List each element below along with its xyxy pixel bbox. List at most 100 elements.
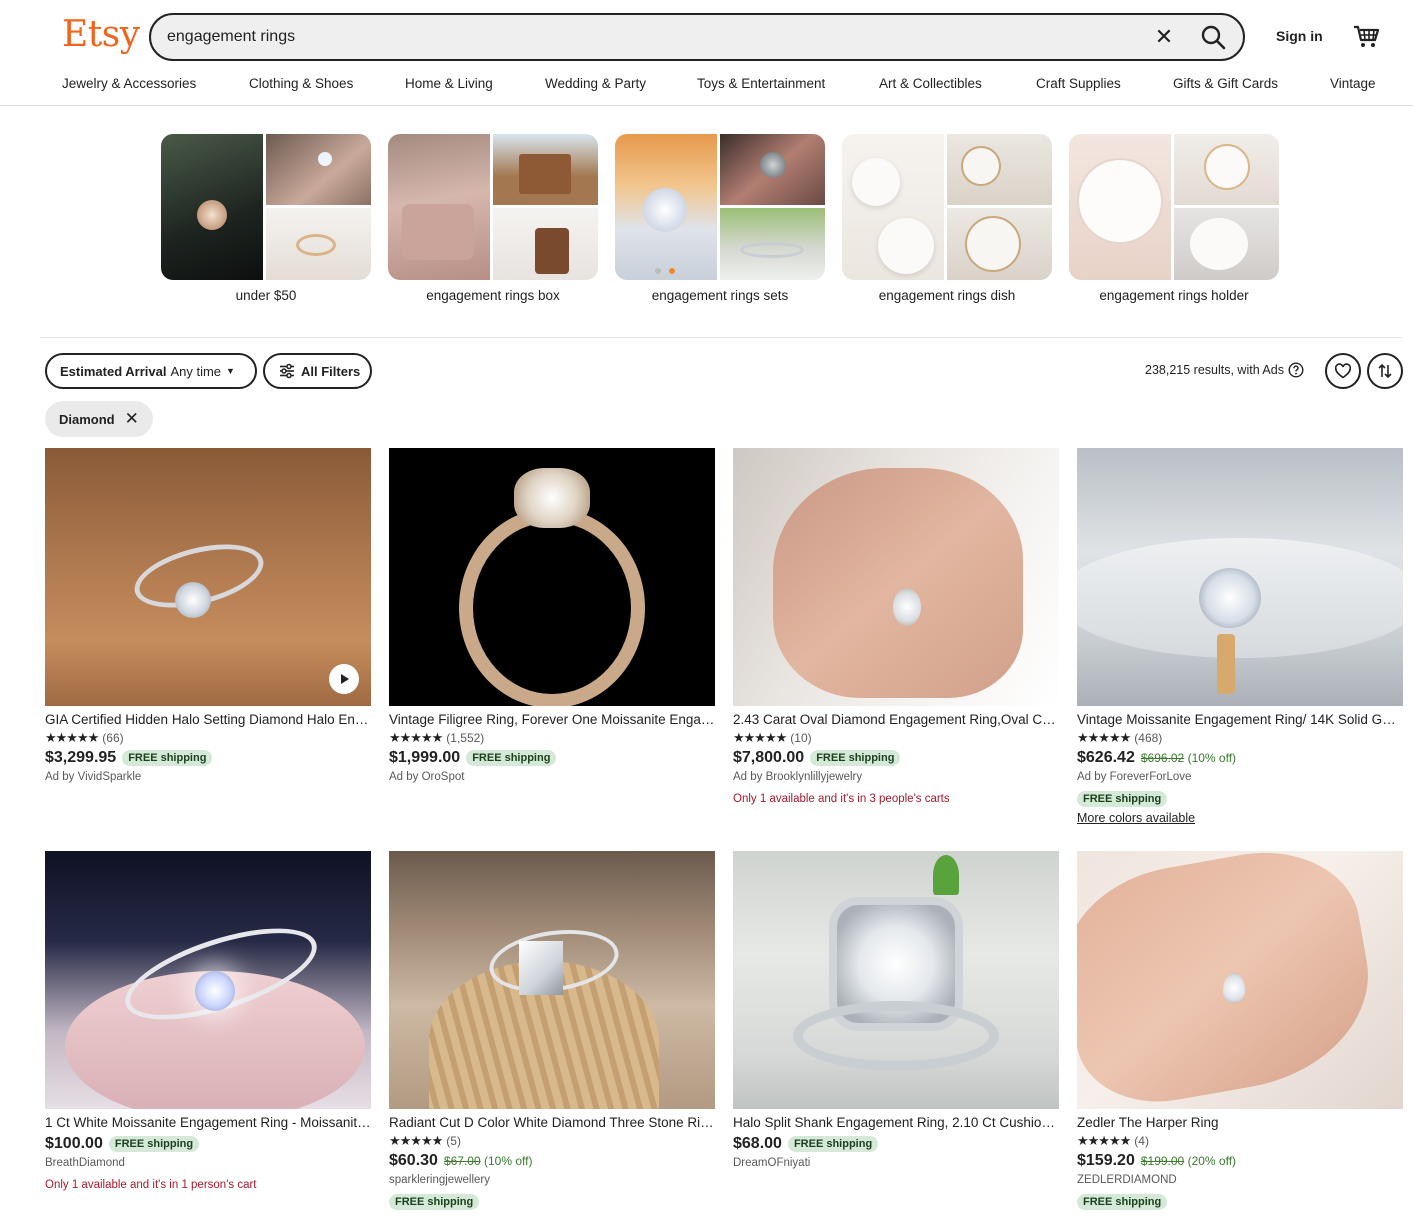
search-input[interactable]: [167, 25, 1127, 49]
listing-title[interactable]: Vintage Filigree Ring, Forever One Moiss…: [389, 712, 715, 727]
shop-name[interactable]: Ad by OroSpot: [389, 771, 715, 783]
listing-card[interactable]: Halo Split Shank Engagement Ring, 2.10 C…: [733, 851, 1059, 1169]
free-shipping-badge: FREE shipping: [1077, 1194, 1168, 1210]
listing-image[interactable]: [45, 448, 371, 706]
listing-title[interactable]: Halo Split Shank Engagement Ring, 2.10 C…: [733, 1115, 1059, 1130]
listing-rating: ★★★★★ (10): [733, 730, 1059, 746]
heart-icon: [1334, 363, 1352, 379]
filter-chip-diamond[interactable]: Diamond ✕: [45, 401, 153, 437]
play-video-button[interactable]: [329, 664, 359, 694]
ring-photo: [615, 134, 717, 280]
listing-image[interactable]: [1077, 448, 1403, 706]
estimated-arrival-dropdown[interactable]: Estimated Arrival Any time ▼: [45, 353, 257, 389]
price-row: $1,999.00 FREE shipping: [389, 749, 715, 767]
ring-photo: [266, 208, 371, 280]
star-rating-icons: ★★★★★: [389, 1133, 443, 1148]
listing-card[interactable]: GIA Certified Hidden Halo Setting Diamon…: [45, 448, 371, 783]
shop-name[interactable]: sparkleringjewellery: [389, 1174, 715, 1186]
nav-vintage[interactable]: Vintage: [1330, 76, 1376, 91]
nav-home-living[interactable]: Home & Living: [405, 76, 493, 91]
sort-button[interactable]: [1367, 353, 1403, 389]
listing-price: $60.30: [389, 1152, 438, 1169]
nav-wedding-party[interactable]: Wedding & Party: [545, 76, 646, 91]
nav-craft-supplies[interactable]: Craft Supplies: [1036, 76, 1121, 91]
listing-title[interactable]: 1 Ct White Moissanite Engagement Ring - …: [45, 1115, 371, 1130]
clear-search-icon[interactable]: ✕: [1151, 24, 1177, 50]
listing-price: $626.42: [1077, 749, 1135, 766]
all-filters-button[interactable]: All Filters: [263, 353, 372, 389]
free-shipping-badge: FREE shipping: [787, 1136, 879, 1152]
ring-photo: [1174, 208, 1279, 280]
listing-card[interactable]: Radiant Cut D Color White Diamond Three …: [389, 851, 715, 1210]
related-search-collage: [161, 134, 371, 280]
related-search-rings-dish[interactable]: engagement rings dish: [842, 134, 1052, 303]
shop-name[interactable]: BreathDiamond: [45, 1157, 371, 1169]
related-search-under-50[interactable]: under $50: [161, 134, 371, 303]
nav-jewelry-accessories[interactable]: Jewelry & Accessories: [62, 76, 196, 91]
related-search-collage: [1069, 134, 1279, 280]
listing-image[interactable]: [733, 448, 1059, 706]
listing-card[interactable]: Vintage Filigree Ring, Forever One Moiss…: [389, 448, 715, 783]
listing-image[interactable]: [389, 851, 715, 1109]
listing-title[interactable]: Radiant Cut D Color White Diamond Three …: [389, 1115, 715, 1130]
shop-name[interactable]: Ad by VividSparkle: [45, 771, 371, 783]
price-row: $3,299.95 FREE shipping: [45, 749, 371, 767]
star-rating-icons: ★★★★★: [733, 730, 787, 745]
nav-toys-entertainment[interactable]: Toys & Entertainment: [697, 76, 825, 91]
results-count-text: 238,215 results, with Ads: [1145, 363, 1284, 377]
filter-chip-label: Diamond: [59, 411, 115, 427]
related-search-rings-box[interactable]: engagement rings box: [388, 134, 598, 303]
ring-photo: [493, 134, 598, 205]
listing-image[interactable]: [733, 851, 1059, 1109]
listing-image[interactable]: [1077, 851, 1403, 1109]
cart-icon[interactable]: [1352, 22, 1380, 50]
listing-card[interactable]: 2.43 Carat Oval Diamond Engagement Ring,…: [733, 448, 1059, 805]
sign-in-link[interactable]: Sign in: [1276, 28, 1323, 44]
ring-photo: [266, 134, 371, 205]
shop-name[interactable]: Ad by ForeverForLove: [1077, 771, 1403, 783]
shop-name[interactable]: ZEDLERDIAMOND: [1077, 1174, 1403, 1186]
search-icon[interactable]: [1199, 23, 1227, 51]
price-row: $626.42 $696.02 (10% off): [1077, 749, 1403, 767]
ring-photo: [161, 134, 263, 280]
more-colors-link[interactable]: More colors available: [1077, 811, 1403, 825]
related-search-collage: [615, 134, 825, 280]
listing-title[interactable]: GIA Certified Hidden Halo Setting Diamon…: [45, 712, 371, 727]
listing-image[interactable]: [45, 851, 371, 1109]
etsy-logo[interactable]: Etsy: [62, 14, 140, 55]
listing-card[interactable]: Zedler The Harper Ring ★★★★★ (4) $159.20…: [1077, 851, 1403, 1210]
ring-photo: [947, 134, 1052, 205]
listing-rating: ★★★★★ (4): [1077, 1133, 1403, 1149]
search-bar: ✕: [149, 13, 1245, 61]
listing-title[interactable]: 2.43 Carat Oval Diamond Engagement Ring,…: [733, 712, 1059, 727]
price-row: $60.30 $67.00 (10% off): [389, 1152, 715, 1170]
save-search-button[interactable]: [1325, 353, 1361, 389]
remove-filter-icon[interactable]: ✕: [125, 409, 139, 429]
price-row: $68.00 FREE shipping: [733, 1135, 1059, 1153]
ring-photo: [720, 134, 825, 205]
caret-down-icon: ▼: [226, 366, 235, 376]
listing-card[interactable]: 1 Ct White Moissanite Engagement Ring - …: [45, 851, 371, 1191]
listing-card[interactable]: Vintage Moissanite Engagement Ring/ 14K …: [1077, 448, 1403, 825]
listing-title[interactable]: Vintage Moissanite Engagement Ring/ 14K …: [1077, 712, 1403, 727]
free-shipping-badge: FREE shipping: [122, 750, 213, 766]
sort-arrows-icon: [1378, 363, 1392, 379]
nav-gifts-gift-cards[interactable]: Gifts & Gift Cards: [1173, 76, 1278, 91]
review-count: (66): [102, 731, 124, 745]
shop-name[interactable]: Ad by Brooklynlillyjewelry: [733, 771, 1059, 783]
nav-art-collectibles[interactable]: Art & Collectibles: [879, 76, 982, 91]
help-icon[interactable]: [1288, 362, 1304, 378]
price-row: $7,800.00 FREE shipping: [733, 749, 1059, 767]
listing-title[interactable]: Zedler The Harper Ring: [1077, 1115, 1403, 1130]
related-search-rings-holder[interactable]: engagement rings holder: [1069, 134, 1279, 303]
nav-clothing-shoes[interactable]: Clothing & Shoes: [249, 76, 353, 91]
cart-scarcity-alert: Only 1 available and it's in 1 person's …: [45, 1179, 257, 1191]
related-search-rings-sets[interactable]: engagement rings sets: [615, 134, 825, 303]
listing-price: $159.20: [1077, 1152, 1135, 1169]
listing-rating: ★★★★★ (468): [1077, 730, 1403, 746]
listing-rating: ★★★★★ (66): [45, 730, 371, 746]
listing-image[interactable]: [389, 448, 715, 706]
section-divider: [40, 337, 1402, 338]
review-count: (5): [446, 1134, 461, 1148]
shop-name[interactable]: DreamOFniyati: [733, 1157, 1059, 1169]
